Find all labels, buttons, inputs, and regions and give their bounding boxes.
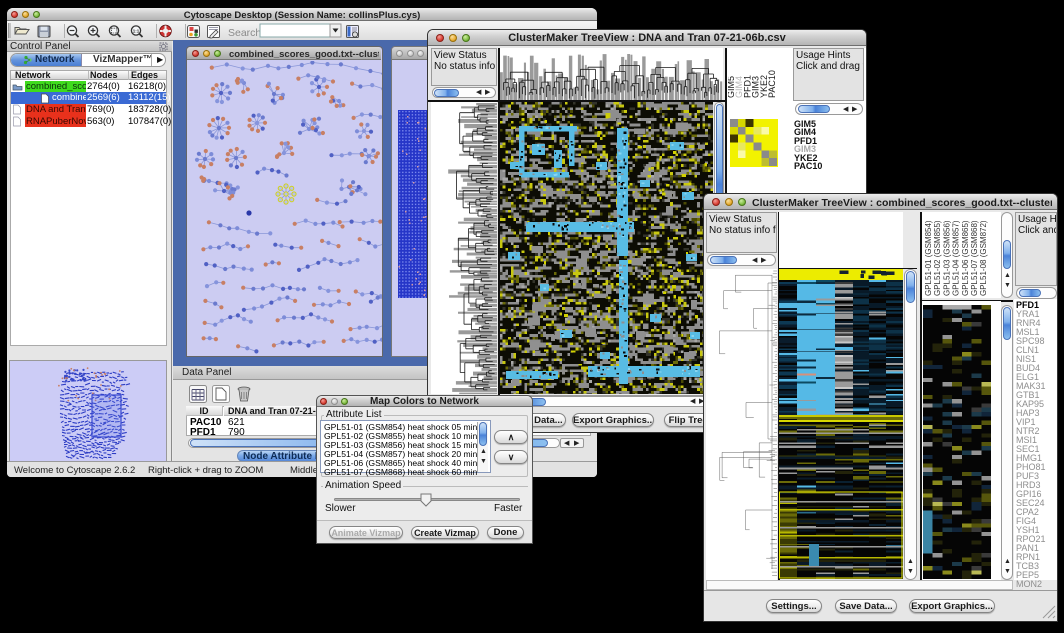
svg-text:Search:: Search: (228, 27, 264, 39)
svg-text:PAC10: PAC10 (767, 70, 777, 98)
svg-text:1:1: 1:1 (133, 28, 140, 33)
